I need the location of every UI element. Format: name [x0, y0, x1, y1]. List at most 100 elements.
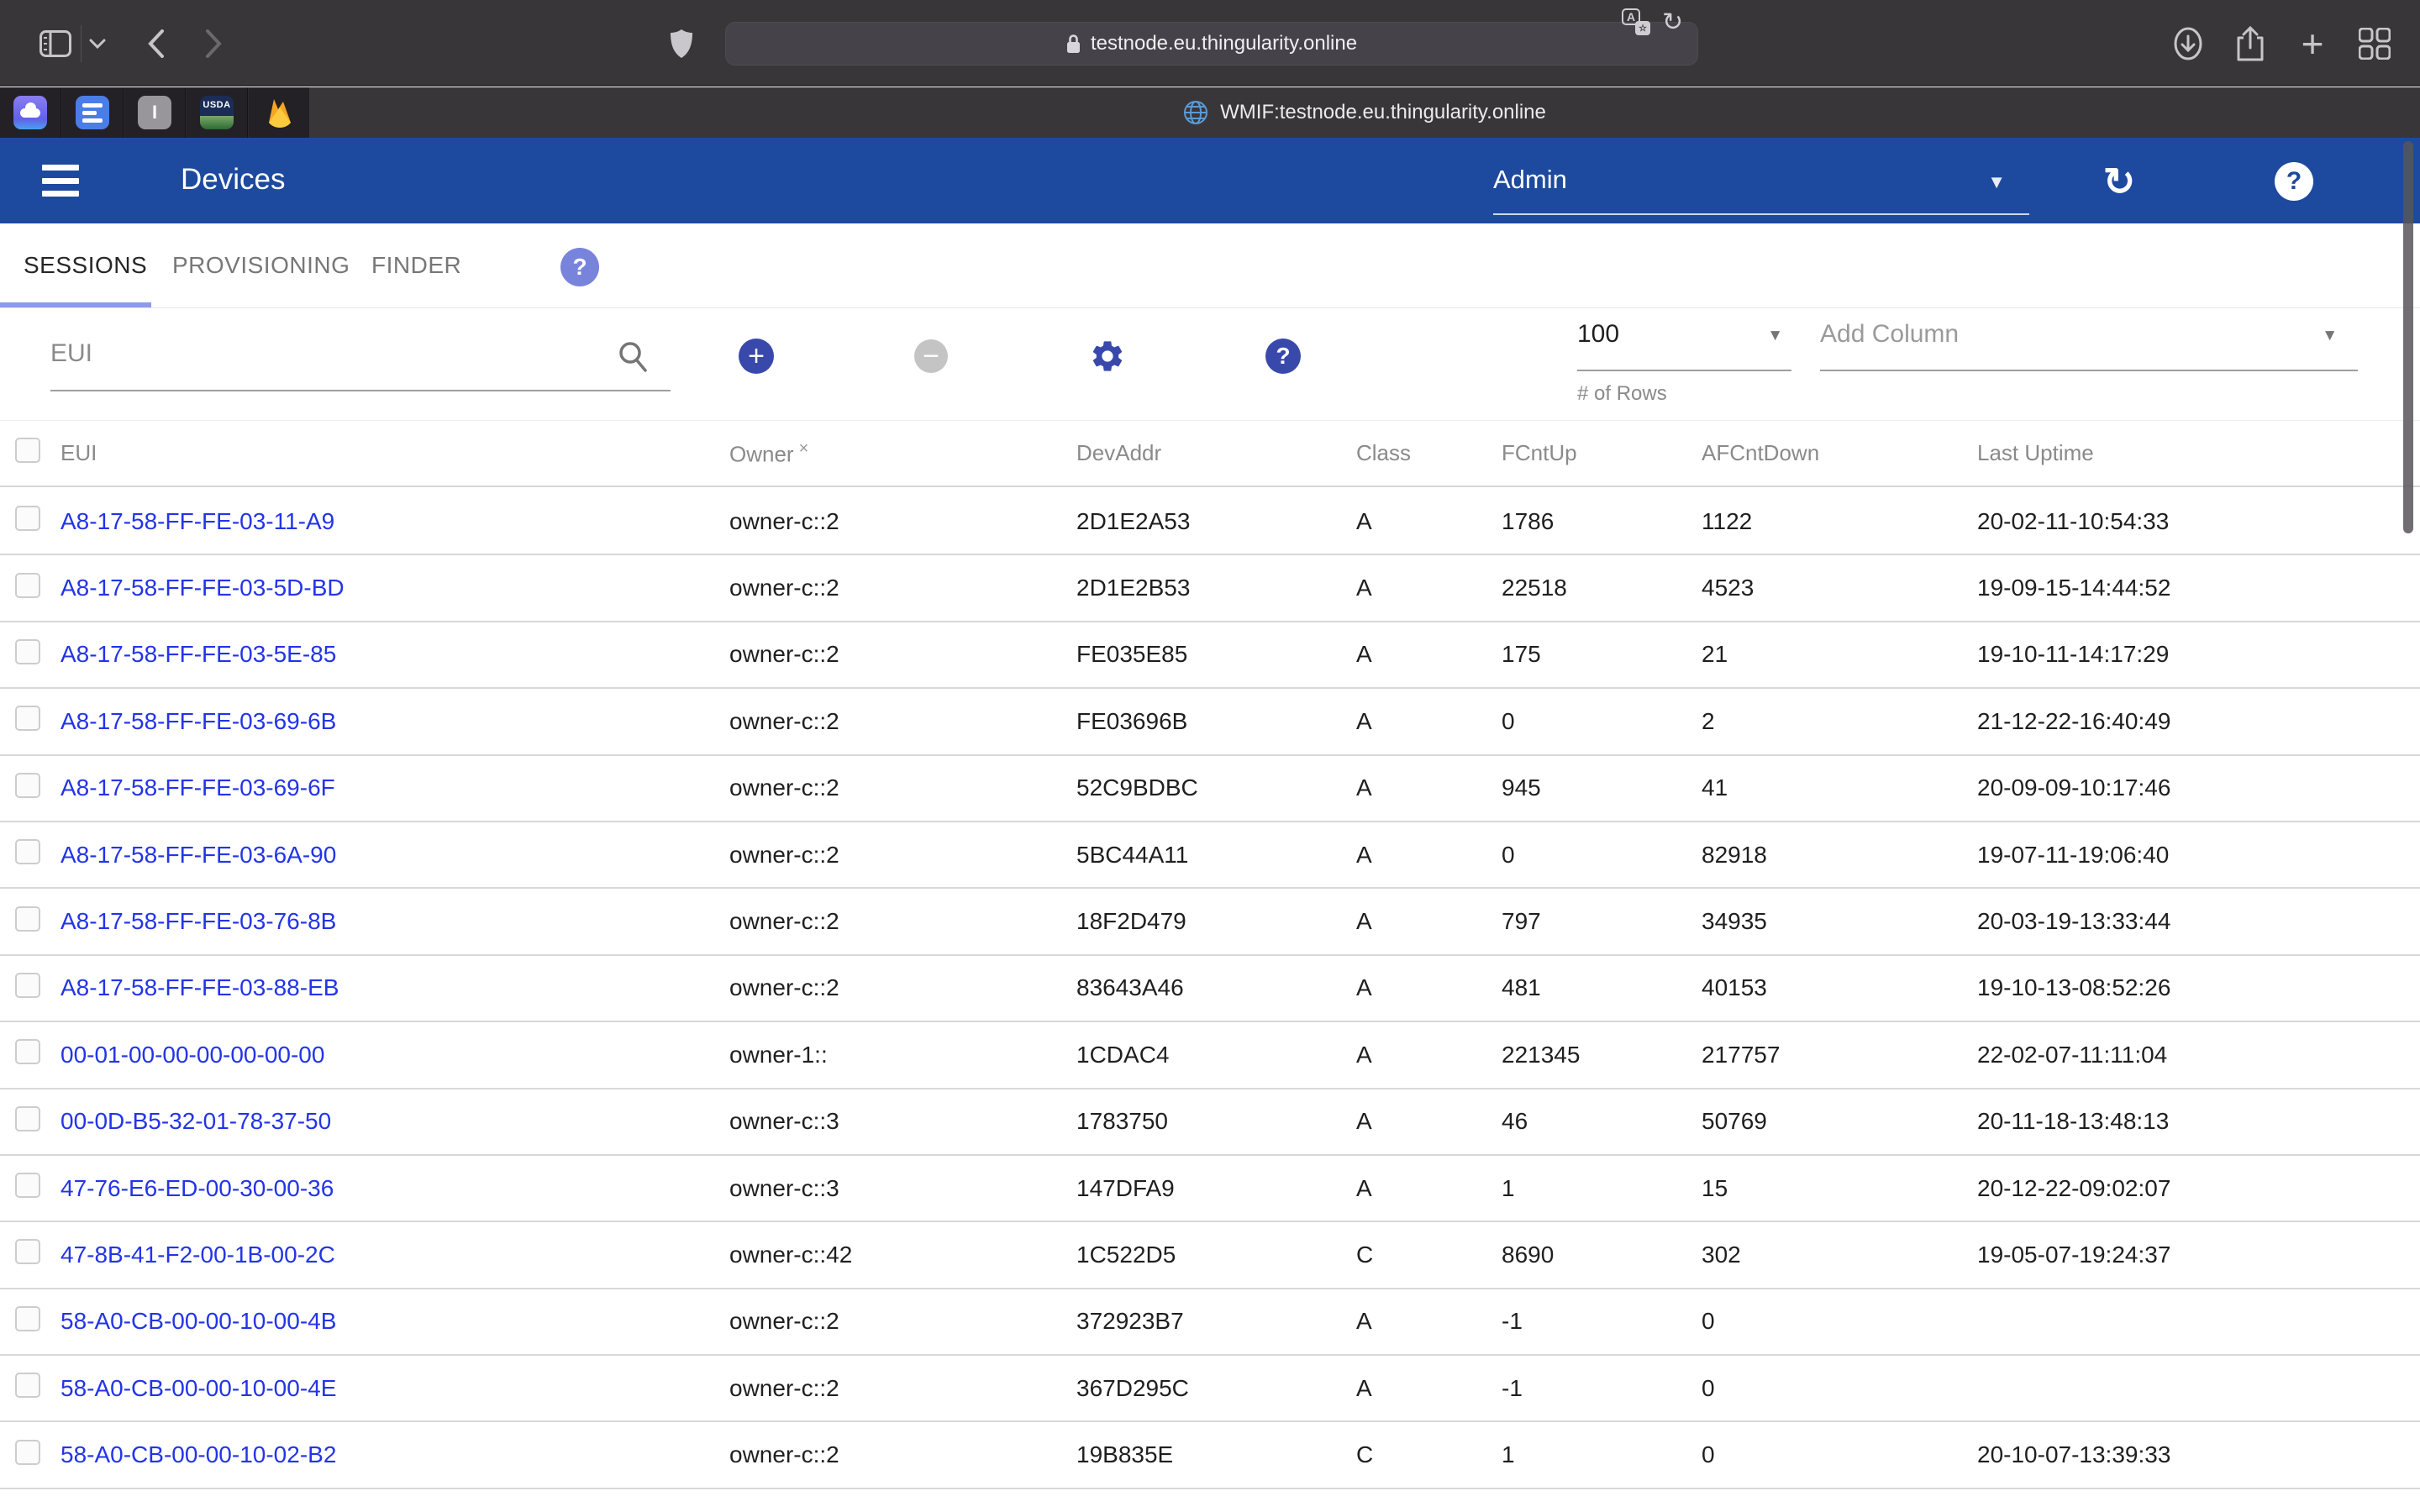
sidebar-chevron-down-icon[interactable] [87, 0, 108, 87]
fcntup-cell: 22518 [1502, 575, 1702, 601]
settings-gear-icon[interactable] [1089, 338, 1126, 375]
filter-help-icon[interactable]: ? [1265, 339, 1301, 374]
row-checkbox[interactable] [15, 706, 40, 731]
afcntdown-cell: 4523 [1702, 575, 1977, 601]
lock-icon [1066, 34, 1081, 54]
devaddr-cell: 19B835E [1076, 1441, 1356, 1468]
row-checkbox[interactable] [15, 639, 40, 664]
col-last-uptime: Last Uptime [1977, 440, 2420, 466]
afcntdown-cell: 50769 [1702, 1108, 1977, 1135]
tab-sessions[interactable]: SESSIONS [24, 223, 147, 307]
row-checkbox[interactable] [15, 1440, 40, 1465]
row-checkbox[interactable] [15, 906, 40, 932]
last-uptime-cell: 20-12-22-09:02:07 [1977, 1175, 2420, 1202]
eui-link[interactable]: A8-17-58-FF-FE-03-88-EB [60, 974, 729, 1001]
back-icon[interactable] [138, 0, 175, 87]
row-checkbox[interactable] [15, 1106, 40, 1131]
row-checkbox[interactable] [15, 1306, 40, 1331]
sidebar-toggle-icon[interactable] [37, 0, 74, 87]
add-column-select[interactable]: Add Column ▼ [1820, 320, 2358, 349]
eui-link[interactable]: 47-76-E6-ED-00-30-00-36 [60, 1175, 729, 1202]
owner-cell: owner-c::2 [729, 575, 1076, 601]
active-tab[interactable]: WMIF:testnode.eu.thingularity.online [309, 87, 2420, 138]
eui-link[interactable]: A8-17-58-FF-FE-03-5D-BD [60, 575, 729, 601]
menu-icon[interactable] [42, 165, 79, 197]
eui-link[interactable]: A8-17-58-FF-FE-03-6A-90 [60, 842, 729, 869]
last-uptime-cell: 20-03-19-13:33:44 [1977, 908, 2420, 935]
downloads-icon[interactable] [2168, 0, 2208, 87]
remove-column-icon[interactable]: × [799, 439, 809, 458]
fcntup-cell: 797 [1502, 908, 1702, 935]
pinned-tab-docs[interactable] [62, 87, 124, 138]
header-help-icon[interactable]: ? [2275, 162, 2313, 201]
afcntdown-cell: 0 [1702, 1308, 1977, 1335]
refresh-icon[interactable]: ↻ [2096, 158, 2143, 205]
table-header: EUI Owner× DevAddr Class FCntUp AFCntDow… [0, 420, 2420, 487]
eui-link[interactable]: 00-01-00-00-00-00-00-00 [60, 1042, 729, 1068]
last-uptime-cell: 19-10-13-08:52:26 [1977, 974, 2420, 1001]
fcntup-cell: -1 [1502, 1308, 1702, 1335]
eui-link[interactable]: A8-17-58-FF-FE-03-69-6B [60, 708, 729, 735]
devaddr-cell: FE035E85 [1076, 641, 1356, 668]
devaddr-cell: 1C522D5 [1076, 1242, 1356, 1268]
account-select-value: Admin [1493, 165, 1567, 195]
class-cell: A [1356, 1375, 1502, 1402]
class-cell: C [1356, 1441, 1502, 1468]
last-uptime-cell: 20-11-18-13:48:13 [1977, 1108, 2420, 1135]
eui-link[interactable]: 00-0D-B5-32-01-78-37-50 [60, 1108, 729, 1135]
eui-link[interactable]: A8-17-58-FF-FE-03-11-A9 [60, 508, 729, 535]
pinned-tab-info[interactable]: I [124, 87, 186, 138]
devaddr-cell: 83643A46 [1076, 974, 1356, 1001]
tab-provisioning[interactable]: PROVISIONING [172, 223, 350, 307]
account-select[interactable]: Admin ▼ [1493, 158, 2029, 215]
search-icon[interactable] [617, 340, 649, 374]
tab-overview-icon[interactable] [2354, 0, 2395, 87]
eui-link[interactable]: 58-A0-CB-00-00-10-00-4E [60, 1375, 729, 1402]
afcntdown-cell: 217757 [1702, 1042, 1977, 1068]
eui-link[interactable]: A8-17-58-FF-FE-03-76-8B [60, 908, 729, 935]
usda-logo-icon: USDA [200, 96, 234, 129]
reload-icon[interactable]: ↻ [1662, 0, 1683, 44]
tab-finder[interactable]: FINDER [371, 223, 461, 307]
scrollbar[interactable] [2403, 141, 2413, 533]
owner-cell: owner-c::3 [729, 1175, 1076, 1202]
row-checkbox[interactable] [15, 506, 40, 531]
privacy-shield-icon[interactable] [663, 0, 700, 87]
row-checkbox[interactable] [15, 773, 40, 798]
fcntup-cell: 945 [1502, 774, 1702, 801]
pinned-tab-firebase[interactable] [249, 87, 310, 138]
row-checkbox[interactable] [15, 1039, 40, 1064]
row-checkbox[interactable] [15, 973, 40, 998]
row-checkbox[interactable] [15, 1173, 40, 1198]
row-checkbox[interactable] [15, 1373, 40, 1398]
pinned-tab-usda[interactable]: USDA [187, 87, 248, 138]
forward-icon[interactable] [195, 0, 232, 87]
tabs-help-icon[interactable]: ? [560, 248, 599, 286]
pinned-tab-cloud[interactable] [0, 87, 61, 138]
select-all-checkbox[interactable] [15, 438, 40, 463]
eui-link[interactable]: 58-A0-CB-00-00-10-02-B2 [60, 1441, 729, 1468]
address-bar[interactable]: testnode.eu.thingularity.online [725, 22, 1698, 66]
table-row: A8-17-58-FF-FE-03-69-6F owner-c::2 52C9B… [0, 756, 2420, 822]
add-button[interactable]: + [739, 339, 774, 374]
table-row: 00-01-00-00-00-00-00-00 owner-1:: 1CDAC4… [0, 1022, 2420, 1089]
row-checkbox[interactable] [15, 839, 40, 864]
rows-per-page-select[interactable]: 100 ▼ # of Rows [1577, 320, 1791, 349]
eui-search-input[interactable] [50, 333, 671, 374]
eui-link[interactable]: A8-17-58-FF-FE-03-69-6F [60, 774, 729, 801]
owner-cell: owner-c::2 [729, 508, 1076, 535]
class-cell: A [1356, 1108, 1502, 1135]
eui-link[interactable]: 47-8B-41-F2-00-1B-00-2C [60, 1242, 729, 1268]
row-checkbox[interactable] [15, 573, 40, 598]
fcntup-cell: 0 [1502, 708, 1702, 735]
new-tab-icon[interactable]: + [2292, 0, 2333, 87]
eui-link[interactable]: 58-A0-CB-00-00-10-00-4B [60, 1308, 729, 1335]
col-devaddr: DevAddr [1076, 440, 1356, 466]
translate-icon[interactable]: A ☆ [1622, 0, 1650, 44]
remove-button[interactable]: − [914, 339, 948, 373]
table-row: A8-17-58-FF-FE-03-5D-BD owner-c::2 2D1E2… [0, 555, 2420, 622]
share-icon[interactable] [2230, 0, 2270, 87]
afcntdown-cell: 34935 [1702, 908, 1977, 935]
row-checkbox[interactable] [15, 1239, 40, 1264]
eui-link[interactable]: A8-17-58-FF-FE-03-5E-85 [60, 641, 729, 668]
